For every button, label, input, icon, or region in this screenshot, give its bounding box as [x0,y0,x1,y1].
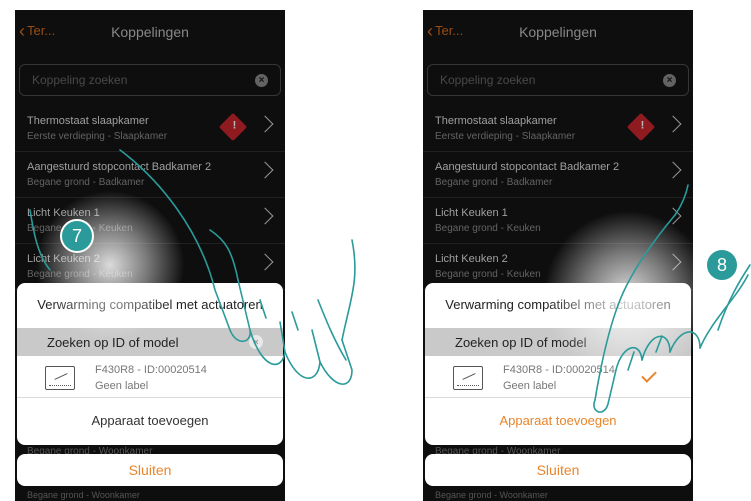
pointing-hand-illustration [29,149,751,413]
